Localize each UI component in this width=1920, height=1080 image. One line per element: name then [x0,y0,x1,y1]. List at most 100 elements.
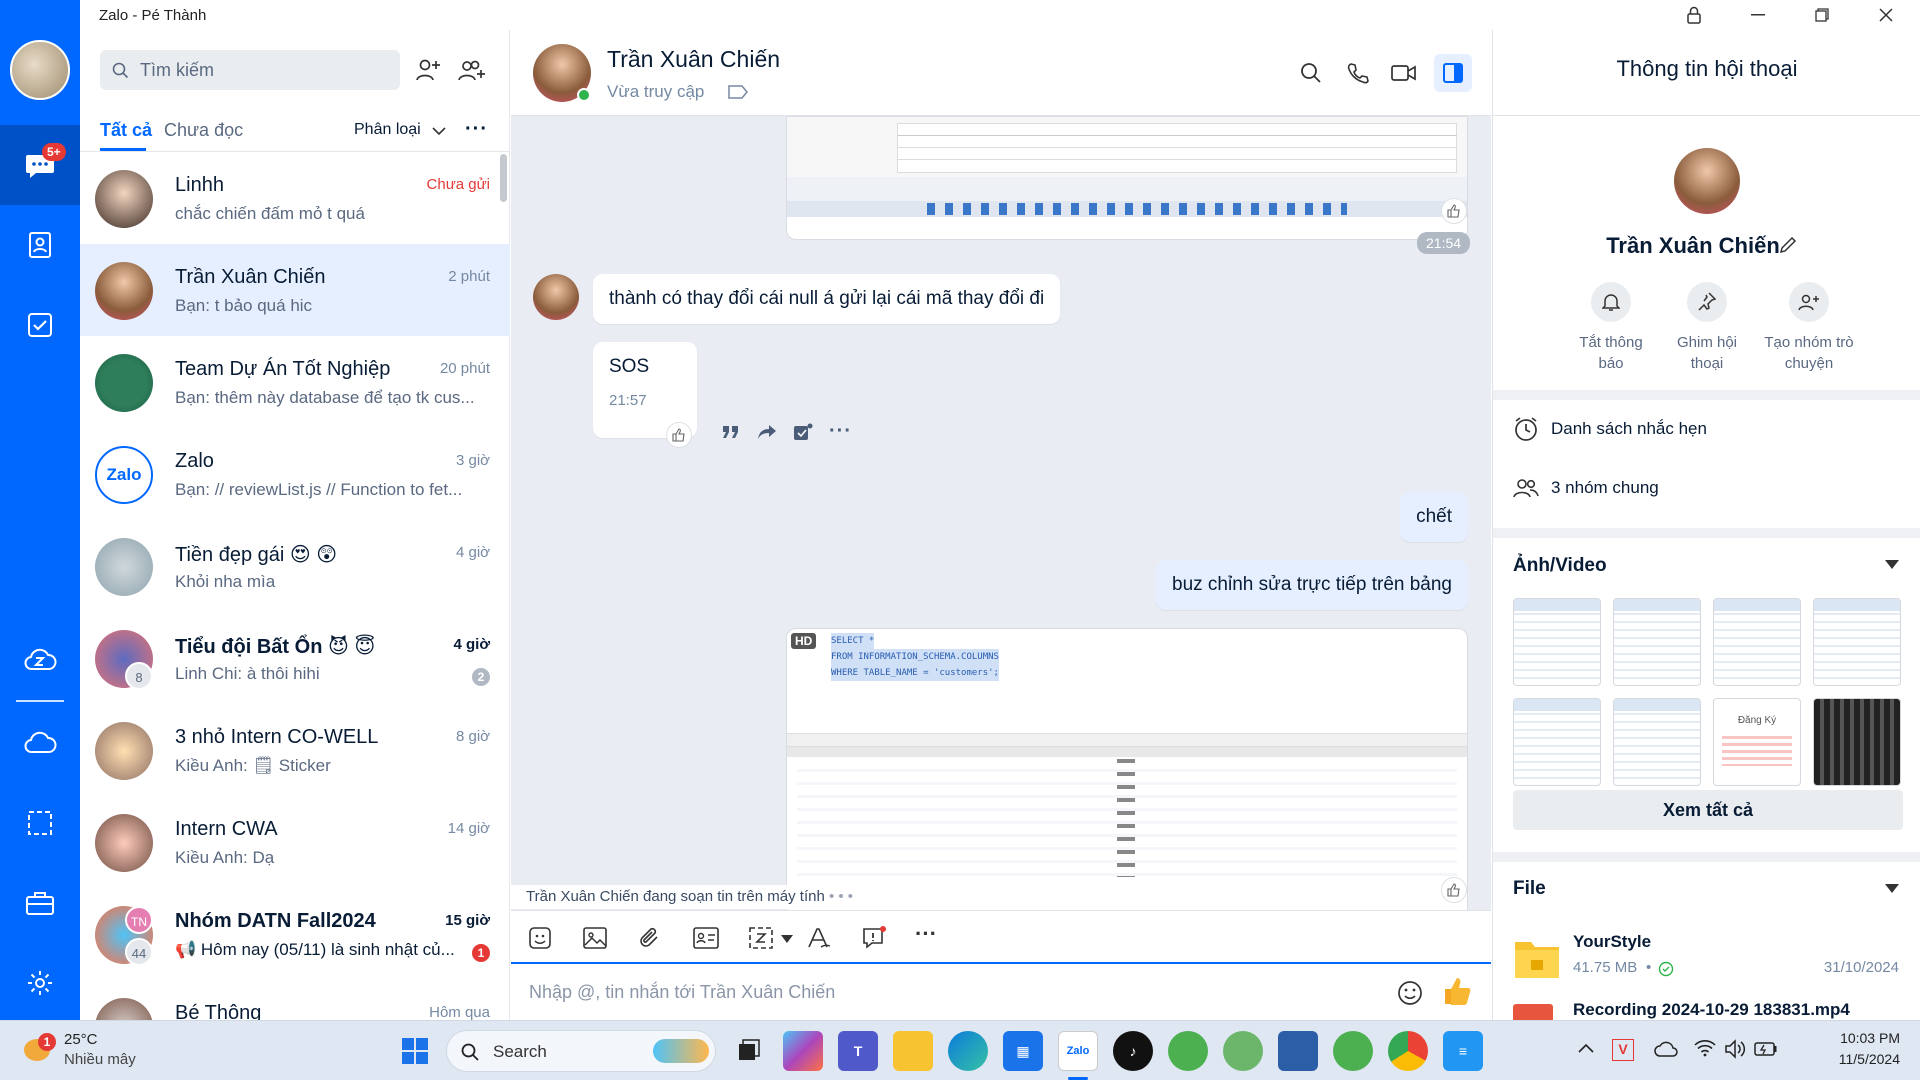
chrome-icon[interactable] [1388,1031,1428,1071]
more-icon[interactable]: ··· [829,420,852,443]
see-all-media-button[interactable]: Xem tất cả [1513,790,1903,830]
taskbar-search[interactable]: Search [446,1030,716,1072]
more-options-button[interactable]: ··· [465,118,488,141]
message-input[interactable]: Nhập @, tin nhắn tới Trần Xuân Chiến [529,982,835,1003]
emoji-icon[interactable] [1397,980,1423,1006]
caret-down-icon[interactable] [1885,560,1899,569]
messages-nav-button[interactable]: 5+ [0,125,80,205]
text-format-icon[interactable] [807,927,831,949]
chevron-down-icon[interactable] [781,935,793,943]
shared-image-sql[interactable]: HD SELECT * FROM INFORMATION_SCHEMA.COLU… [786,628,1468,918]
contact-card-icon[interactable] [693,927,719,949]
media-thumbnail[interactable] [1513,598,1601,686]
user-avatar[interactable] [10,40,70,100]
sender-avatar[interactable] [533,274,579,320]
media-thumbnail[interactable] [1713,598,1801,686]
restore-button[interactable] [1794,0,1850,30]
tray-app-icon[interactable]: V [1612,1039,1634,1061]
conversation-item[interactable]: 44 TN Nhóm DATN Fall2024 📢 Hôm nay (05/11) … [80,888,510,980]
lock-icon[interactable] [1666,0,1722,30]
conversation-item[interactable]: Tiền đẹp gái 😍 😲 Khỏi nha mìa 4 giờ [80,520,510,612]
toolbox-nav-button[interactable] [0,863,80,943]
media-thumbnail[interactable] [1613,598,1701,686]
classify-dropdown[interactable]: Phân loại [354,121,421,139]
app-icon-leaf[interactable] [1168,1031,1208,1071]
conversation-item[interactable]: 3 nhỏ Intern CO-WELL Kiều Anh: 🗒 Sticker 8… [80,704,510,796]
pin-conversation-button[interactable]: Ghim hội thoại [1655,282,1759,374]
screenshot-nav-button[interactable] [0,783,80,863]
battery-icon[interactable] [1754,1041,1778,1057]
like-reaction-button[interactable] [666,422,692,448]
message-input-area[interactable]: Nhập @, tin nhắn tới Trần Xuân Chiến [511,962,1491,1020]
profile-avatar[interactable] [1674,148,1740,214]
conversation-item[interactable]: 8 Tiểu đội Bất Ổn 😈 😇 Linh Chi: à thôi hih… [80,612,510,704]
reminders-row[interactable]: Danh sách nhắc hẹn [1513,416,1707,442]
media-thumbnail[interactable] [1813,698,1901,786]
tab-unread[interactable]: Chưa đọc [164,120,243,141]
conversation-item[interactable]: Zalo Zalo Bạn: // reviewList.js // Functio… [80,428,510,520]
create-group-button[interactable] [457,56,487,84]
media-thumbnail[interactable] [1513,698,1601,786]
phone-icon[interactable] [1347,62,1369,84]
task-icon[interactable] [793,423,813,441]
share-icon[interactable] [757,424,777,440]
wifi-icon[interactable] [1694,1039,1716,1057]
clock-time[interactable]: 10:03 PM [1800,1030,1900,1046]
task-view-button[interactable] [728,1031,768,1071]
contact-name[interactable]: Trần Xuân Chiến [607,46,780,73]
like-reaction-button[interactable] [1441,877,1467,903]
close-button[interactable] [1858,0,1914,30]
common-groups-row[interactable]: 3 nhóm chung [1513,476,1659,500]
attachment-icon[interactable] [639,926,661,950]
file-section-title[interactable]: File [1513,878,1546,900]
sticker-icon[interactable] [529,927,551,949]
file-item[interactable]: YourStyle 41.75 MB • 31/10/2024 [1513,928,1913,988]
media-section-title[interactable]: Ảnh/Video [1513,555,1607,577]
outgoing-message[interactable]: buz chỉnh sửa trực tiếp trên bảng [1156,560,1468,610]
like-reaction-button[interactable] [1441,198,1467,224]
tab-all[interactable]: Tất cả [100,120,152,141]
search-box[interactable]: Tìm kiếm [100,50,400,90]
store-icon[interactable]: ▦ [1003,1031,1043,1071]
quote-icon[interactable] [721,424,741,440]
caret-down-icon[interactable] [1885,884,1899,893]
app-icon-leaf-2[interactable] [1333,1031,1373,1071]
tiktok-icon[interactable]: ♪ [1113,1031,1153,1071]
temperature[interactable]: 25°C [64,1031,98,1048]
conversation-item[interactable]: Team Dự Án Tốt Nghiệp Bạn: thêm này datab… [80,336,510,428]
outgoing-message[interactable]: chết [1400,492,1468,542]
volume-icon[interactable] [1724,1039,1746,1059]
zcloud-nav-button[interactable] [0,620,80,700]
contacts-nav-button[interactable] [0,205,80,285]
copilot-icon[interactable] [783,1031,823,1071]
video-call-icon[interactable] [1391,63,1417,83]
edge-icon[interactable] [948,1031,988,1071]
quick-like-icon[interactable] [1443,976,1471,1006]
chevron-up-icon[interactable] [1578,1043,1594,1053]
todo-nav-button[interactable] [0,285,80,365]
shared-image-top[interactable] [786,116,1468,240]
media-thumbnail[interactable] [1613,698,1701,786]
toggle-info-panel-button[interactable] [1434,54,1472,92]
teams-icon[interactable]: T [838,1031,878,1071]
conversation-item[interactable]: Linhh chắc chiến đấm mỏ t quá Chưa gửi [80,152,510,244]
settings-nav-button[interactable] [0,943,80,1023]
image-icon[interactable] [583,927,607,949]
media-thumbnail[interactable] [1813,598,1901,686]
conversation-item[interactable]: Intern CWA Kiều Anh: Dạ 14 giờ [80,796,510,888]
minimize-button[interactable] [1730,0,1786,30]
label-tag-icon[interactable] [728,85,748,99]
search-icon[interactable] [1300,62,1322,84]
file-item[interactable]: Recording 2024-10-29 183831.mp4 [1513,1000,1913,1020]
edit-pencil-icon[interactable] [1778,235,1798,255]
more-tools-button[interactable]: ··· [915,921,937,947]
app-icon-git[interactable] [1223,1031,1263,1071]
notepad-icon[interactable]: ≡ [1443,1031,1483,1071]
cloud-nav-button[interactable] [0,703,80,783]
conversation-item[interactable]: Trần Xuân Chiến Bạn: t bảo quá hic 2 phút [80,244,510,336]
add-friend-button[interactable] [414,56,442,84]
start-button[interactable] [395,1031,435,1071]
zalo-taskbar-icon[interactable]: Zalo [1058,1031,1098,1071]
reminder-icon[interactable] [861,925,887,951]
media-thumbnail[interactable]: Đăng Ký [1713,698,1801,786]
